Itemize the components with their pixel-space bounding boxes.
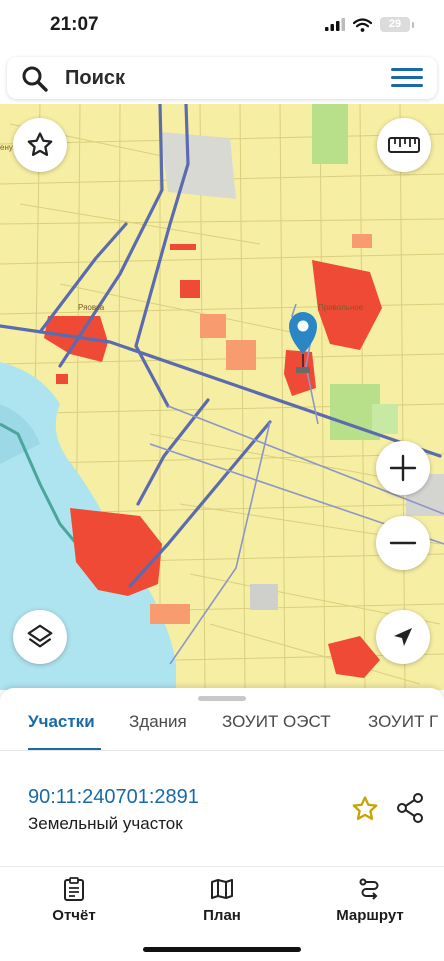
parcel-cadastral-number[interactable]: 90:11:240701:2891 [28,786,199,809]
layers-icon [27,624,53,648]
ruler-icon [388,137,420,153]
nav-report-label: Отчёт [52,907,96,924]
zoom-out-button[interactable] [376,516,430,570]
tab-parcels[interactable]: Участки [28,712,95,732]
map-icon [211,879,233,899]
map-label-village-2: Привольное [318,303,364,312]
status-bar: 21:07 29 [0,0,444,54]
signal-icon [325,18,345,31]
nav-route-label: Маршрут [336,907,404,924]
tab-zouit-g[interactable]: ЗОУИТ Г [368,712,438,732]
tab-buildings[interactable]: Здания [129,712,187,732]
minus-icon [389,541,417,545]
ruler-button[interactable] [377,118,431,172]
nav-route[interactable]: Маршрут [315,877,425,924]
route-icon [359,878,379,900]
nav-plan-label: План [203,907,241,924]
home-indicator [143,947,301,952]
parcel-type: Земельный участок [28,814,183,833]
info-bottom-sheet[interactable]: Участки Здания ЗОУИТ ОЭСТ ЗОУИТ Г 90:11:… [0,688,444,866]
share-icon[interactable] [396,792,424,824]
tab-zouit-oest[interactable]: ЗОУИТ ОЭСТ [222,712,331,732]
nav-report[interactable]: Отчёт [19,877,129,924]
search-bar[interactable]: Поиск [7,57,437,99]
map-view[interactable]: Ряовка Привольное енуз [0,104,444,690]
plus-icon [389,454,417,482]
cadastral-map[interactable]: Ряовка Привольное енуз [0,104,444,690]
bottom-navigation: Отчёт План Маршрут [0,866,444,961]
zoom-in-button[interactable] [376,441,430,495]
status-time: 21:07 [50,14,99,35]
star-outline-icon [27,132,53,156]
search-icon [22,66,48,92]
navigation-arrow-icon [394,628,412,646]
star-outline-icon[interactable] [350,794,380,824]
sheet-drag-handle[interactable] [198,696,246,701]
layers-button[interactable] [13,610,67,664]
status-icons: 29 [325,17,414,32]
hamburger-menu-icon[interactable] [391,68,423,88]
search-input[interactable]: Поиск [65,67,125,90]
wifi-icon [353,17,372,32]
clipboard-icon [64,877,84,901]
favorite-button[interactable] [13,118,67,172]
active-tab-indicator [28,748,101,750]
locate-button[interactable] [376,610,430,664]
nav-plan[interactable]: План [167,877,277,924]
sheet-tabs: Участки Здания ЗОУИТ ОЭСТ ЗОУИТ Г [0,706,444,751]
map-label-village-1: Ряовка [78,303,105,312]
battery-icon: 29 [380,17,414,32]
